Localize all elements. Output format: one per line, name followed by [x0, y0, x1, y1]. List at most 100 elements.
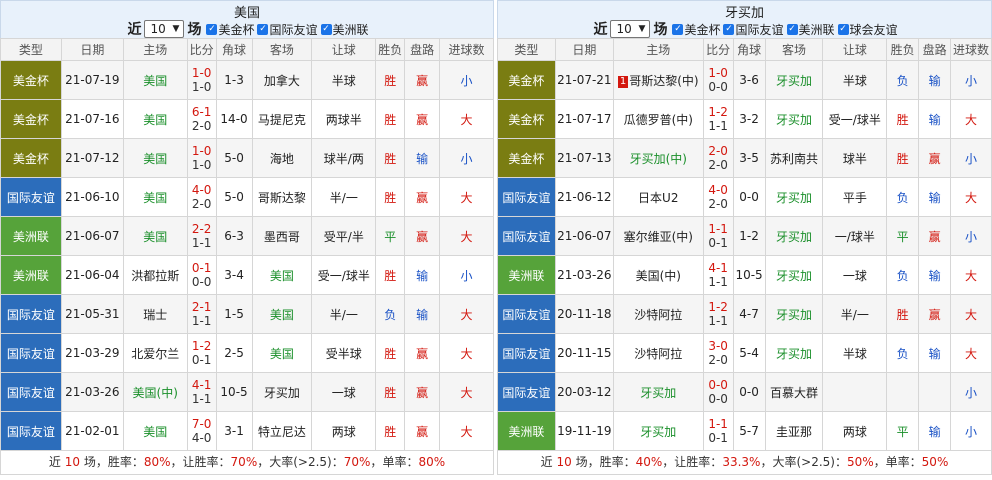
- home-team[interactable]: 瑞士: [122, 294, 188, 334]
- match-score[interactable]: 1-0 1-0: [186, 60, 217, 100]
- away-team[interactable]: 牙买加: [764, 60, 824, 100]
- home-team[interactable]: 美国: [122, 138, 188, 178]
- match-score[interactable]: 1-0 0-0: [702, 60, 734, 100]
- home-team[interactable]: 牙买加(中): [612, 138, 704, 178]
- handicap-result: 赢: [404, 99, 441, 139]
- match-type[interactable]: 美金杯: [0, 138, 62, 178]
- away-team[interactable]: 美国: [251, 333, 313, 373]
- half-time-score: 1-0: [191, 80, 212, 94]
- away-team[interactable]: 特立尼达: [251, 411, 313, 451]
- match-score[interactable]: 4-1 1-1: [702, 255, 734, 295]
- match-count-select[interactable]: 10 ▼: [144, 20, 185, 38]
- match-score[interactable]: 1-1 0-1: [702, 216, 734, 256]
- home-team[interactable]: 沙特阿拉: [612, 294, 704, 334]
- checkbox-checked-icon[interactable]: ✓: [320, 23, 332, 35]
- match-type[interactable]: 国际友谊: [0, 372, 62, 412]
- match-type[interactable]: 美洲联: [497, 255, 556, 295]
- home-team[interactable]: 1 哥斯达黎(中): [612, 60, 704, 100]
- match-type[interactable]: 国际友谊: [497, 372, 556, 412]
- away-team[interactable]: 圭亚那: [764, 411, 824, 451]
- away-team[interactable]: 牙买加: [764, 216, 824, 256]
- checkbox-checked-icon[interactable]: ✓: [837, 23, 849, 35]
- match-date: 21-03-29: [60, 333, 124, 373]
- away-team[interactable]: 牙买加: [764, 177, 824, 217]
- match-type[interactable]: 国际友谊: [0, 333, 62, 373]
- full-time-score: 4-0: [191, 183, 212, 197]
- match-type[interactable]: 国际友谊: [0, 177, 62, 217]
- match-type[interactable]: 国际友谊: [0, 294, 62, 334]
- checkbox-checked-icon[interactable]: ✓: [206, 23, 218, 35]
- match-score[interactable]: 2-1 1-1: [186, 294, 217, 334]
- match-date: 21-02-01: [60, 411, 124, 451]
- result: 负: [886, 255, 920, 295]
- match-type[interactable]: 美洲联: [0, 255, 62, 295]
- away-team[interactable]: 美国: [251, 294, 313, 334]
- checkbox-checked-icon[interactable]: ✓: [723, 23, 735, 35]
- home-team[interactable]: 美国: [122, 60, 188, 100]
- match-type[interactable]: 美金杯: [0, 60, 62, 100]
- match-type[interactable]: 美金杯: [497, 60, 556, 100]
- home-team[interactable]: 美国(中): [612, 255, 704, 295]
- home-team[interactable]: 日本U2: [612, 177, 704, 217]
- home-team[interactable]: 洪都拉斯: [122, 255, 188, 295]
- match-score[interactable]: 1-2 0-1: [186, 333, 217, 373]
- home-team[interactable]: 瓜德罗普(中): [612, 99, 704, 139]
- match-score[interactable]: 4-1 1-1: [186, 372, 217, 412]
- away-team[interactable]: 加拿大: [251, 60, 313, 100]
- away-team[interactable]: 牙买加: [764, 255, 824, 295]
- corner-count: 10-5: [732, 255, 766, 295]
- home-team[interactable]: 美国: [122, 99, 188, 139]
- home-team[interactable]: 牙买加: [612, 411, 704, 451]
- home-team[interactable]: 北爱尔兰: [122, 333, 188, 373]
- match-score[interactable]: 7-0 4-0: [186, 411, 217, 451]
- match-type[interactable]: 美洲联: [0, 216, 62, 256]
- match-score[interactable]: 4-0 2-0: [186, 177, 217, 217]
- checkbox-checked-icon[interactable]: ✓: [257, 23, 269, 35]
- match-type[interactable]: 国际友谊: [0, 411, 62, 451]
- match-type[interactable]: 国际友谊: [497, 333, 556, 373]
- match-type[interactable]: 美洲联: [497, 411, 556, 451]
- column-header: 客场: [764, 38, 824, 61]
- corner-count: 5-0: [215, 138, 253, 178]
- away-team[interactable]: 牙买加: [764, 294, 824, 334]
- home-team[interactable]: 美国: [122, 216, 188, 256]
- away-team[interactable]: 海地: [251, 138, 313, 178]
- table-row: 美洲联 21-06-07 美国 2-2 1-1 6-3 墨西哥 受平/半平赢大: [0, 216, 494, 256]
- checkbox-checked-icon[interactable]: ✓: [786, 23, 798, 35]
- away-team[interactable]: 马提尼克: [251, 99, 313, 139]
- match-score[interactable]: 0-0 0-0: [702, 372, 734, 412]
- match-type[interactable]: 美金杯: [497, 99, 556, 139]
- away-team[interactable]: 牙买加: [764, 99, 824, 139]
- match-type[interactable]: 国际友谊: [497, 294, 556, 334]
- match-type[interactable]: 美金杯: [497, 138, 556, 178]
- away-team[interactable]: 牙买加: [764, 333, 824, 373]
- match-score[interactable]: 1-2 1-1: [702, 294, 734, 334]
- home-team[interactable]: 牙买加: [612, 372, 704, 412]
- away-team[interactable]: 哥斯达黎: [251, 177, 313, 217]
- match-score[interactable]: 2-2 1-1: [186, 216, 217, 256]
- match-type[interactable]: 国际友谊: [497, 216, 556, 256]
- match-score[interactable]: 4-0 2-0: [702, 177, 734, 217]
- away-team[interactable]: 墨西哥: [251, 216, 313, 256]
- match-score[interactable]: 1-2 1-1: [702, 99, 734, 139]
- away-team[interactable]: 苏利南共: [764, 138, 824, 178]
- away-team[interactable]: 百慕大群: [764, 372, 824, 412]
- home-team[interactable]: 美国: [122, 411, 188, 451]
- home-team[interactable]: 美国(中): [122, 372, 188, 412]
- match-score[interactable]: 6-1 2-0: [186, 99, 217, 139]
- home-team[interactable]: 美国: [122, 177, 188, 217]
- match-type[interactable]: 国际友谊: [497, 177, 556, 217]
- home-team[interactable]: 塞尔维亚(中): [612, 216, 704, 256]
- match-score[interactable]: 1-0 1-0: [186, 138, 217, 178]
- match-score[interactable]: 1-1 0-1: [702, 411, 734, 451]
- match-score[interactable]: 0-1 0-0: [186, 255, 217, 295]
- match-score[interactable]: 3-0 2-0: [702, 333, 734, 373]
- match-score[interactable]: 2-0 2-0: [702, 138, 734, 178]
- away-team[interactable]: 牙买加: [251, 372, 313, 412]
- match-type[interactable]: 美金杯: [0, 99, 62, 139]
- away-team[interactable]: 美国: [251, 255, 313, 295]
- home-team[interactable]: 沙特阿拉: [612, 333, 704, 373]
- checkbox-checked-icon[interactable]: ✓: [672, 23, 684, 35]
- match-count-select[interactable]: 10 ▼: [610, 20, 651, 38]
- unit-label: 场: [187, 22, 202, 38]
